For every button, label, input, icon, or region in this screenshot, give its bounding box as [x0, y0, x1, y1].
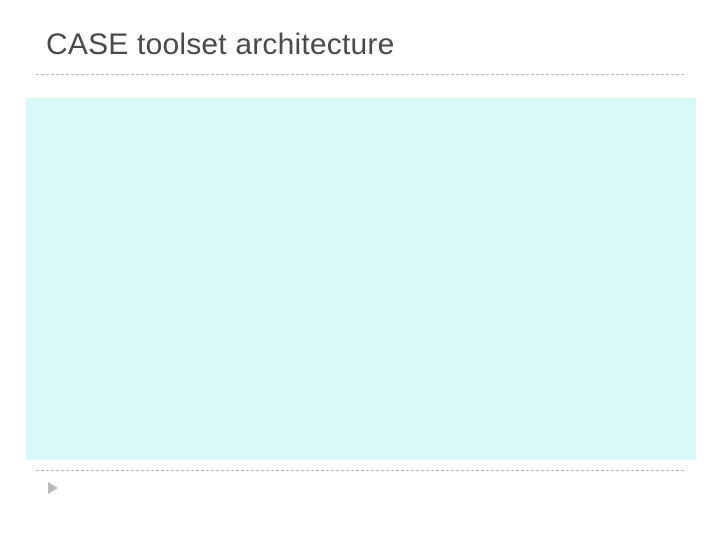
slide: CASE toolset architecture [0, 0, 720, 540]
play-icon [48, 482, 58, 494]
divider-top [36, 74, 684, 75]
slide-title: CASE toolset architecture [46, 28, 395, 62]
content-area [26, 98, 696, 460]
divider-bottom [36, 470, 684, 471]
